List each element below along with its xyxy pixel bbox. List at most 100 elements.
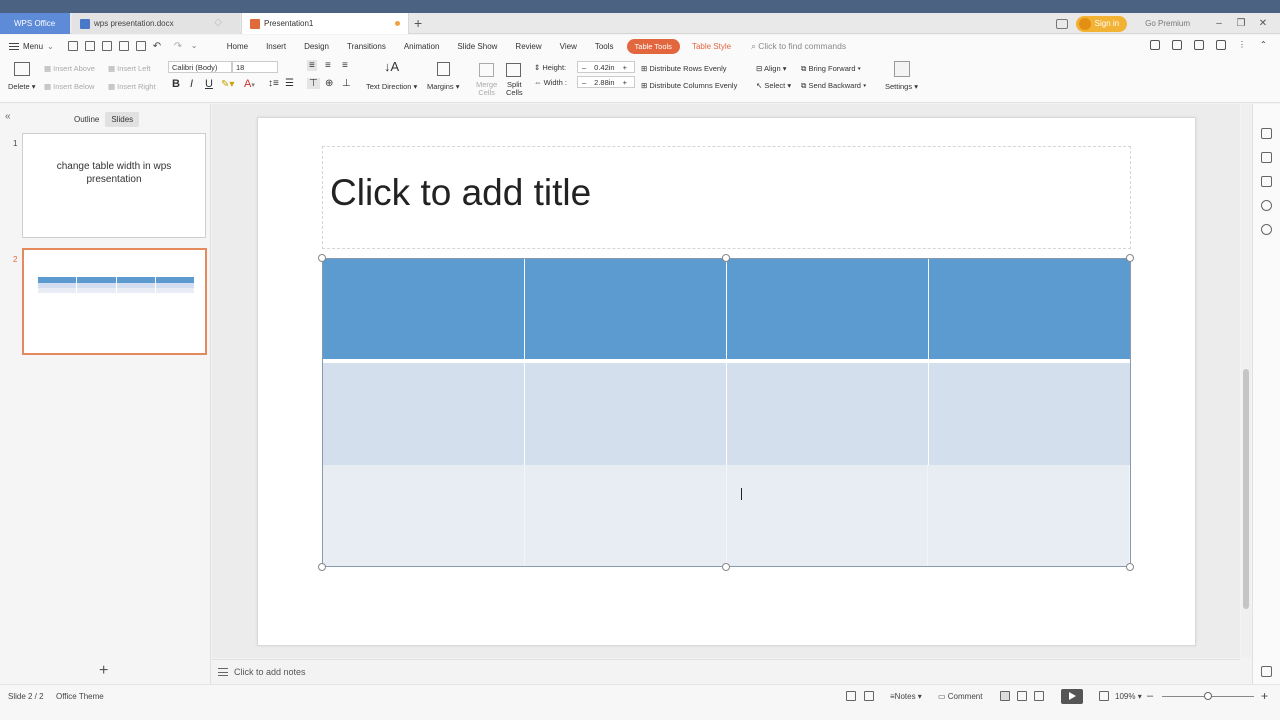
resize-handle-top-right[interactable] bbox=[1126, 254, 1134, 262]
align-left-icon[interactable]: ≡ bbox=[307, 60, 317, 71]
zoom-out-icon[interactable]: – bbox=[1147, 690, 1153, 702]
history-icon[interactable] bbox=[1261, 200, 1272, 211]
align-bottom-icon[interactable]: ⊥ bbox=[342, 78, 351, 89]
file-icon[interactable] bbox=[864, 691, 874, 701]
table-cell[interactable] bbox=[727, 363, 929, 465]
workspace-icon[interactable] bbox=[1055, 18, 1068, 29]
zoom-slider-handle[interactable] bbox=[1204, 692, 1212, 700]
bring-forward-button[interactable]: ⧉ Bring Forward ▾ bbox=[801, 64, 861, 74]
properties-icon[interactable] bbox=[1261, 176, 1272, 187]
select-button[interactable]: ↖ Select ▾ bbox=[756, 81, 791, 90]
notes-toggle[interactable]: ≡Notes ▾ bbox=[890, 692, 922, 701]
font-size-select[interactable]: 18 bbox=[232, 61, 278, 73]
animation-icon[interactable] bbox=[1261, 152, 1272, 163]
print-preview-icon[interactable] bbox=[135, 41, 146, 51]
font-name-select[interactable]: Calibri (Body) bbox=[168, 61, 232, 73]
table-cell[interactable] bbox=[525, 259, 727, 359]
align-top-icon[interactable]: ⊤ bbox=[307, 78, 320, 89]
width-stepper[interactable]: –2.88in + bbox=[577, 76, 635, 88]
zoom-level[interactable]: 109% ▾ bbox=[1115, 692, 1142, 701]
resize-handle-top-left[interactable] bbox=[318, 254, 326, 262]
text-direction-icon[interactable]: ↓A bbox=[384, 59, 399, 74]
delete-table-icon[interactable] bbox=[14, 62, 30, 76]
comment-icon[interactable] bbox=[1216, 40, 1226, 50]
export-icon[interactable] bbox=[101, 41, 112, 51]
tab-slide-show[interactable]: Slide Show bbox=[457, 42, 497, 51]
insert-below-button[interactable]: ▦ Insert Below bbox=[44, 82, 94, 91]
add-slide-icon[interactable]: + bbox=[99, 662, 108, 680]
print-icon[interactable] bbox=[118, 41, 129, 51]
table-cell[interactable] bbox=[525, 363, 727, 465]
slide-table[interactable] bbox=[322, 258, 1131, 567]
merge-cells-icon[interactable] bbox=[479, 63, 494, 77]
bullets-icon[interactable]: ☰ bbox=[285, 78, 294, 89]
text-direction-button[interactable]: Text Direction ▾ bbox=[366, 82, 417, 91]
table-cell[interactable] bbox=[323, 259, 525, 359]
table-cell[interactable] bbox=[525, 465, 727, 566]
table-cell[interactable] bbox=[928, 465, 1130, 566]
table-cell[interactable] bbox=[727, 259, 929, 359]
vertical-scrollbar[interactable] bbox=[1241, 104, 1251, 658]
help-icon[interactable] bbox=[1261, 224, 1272, 235]
slide-sorter-icon[interactable] bbox=[1017, 691, 1027, 701]
settings-icon[interactable] bbox=[894, 61, 910, 77]
cloud-icon[interactable] bbox=[1172, 40, 1182, 50]
align-right-icon[interactable]: ≡ bbox=[342, 60, 348, 71]
reading-view-icon[interactable] bbox=[1034, 691, 1044, 701]
slide-thumbnail-2[interactable] bbox=[22, 248, 207, 355]
highlight-icon[interactable]: ✎▾ bbox=[221, 79, 234, 90]
delete-button[interactable]: Delete ▾ bbox=[8, 82, 36, 91]
collaborate-icon[interactable] bbox=[1150, 40, 1160, 50]
align-center-icon[interactable]: ≡ bbox=[325, 60, 331, 71]
collapse-pane-icon[interactable]: « bbox=[5, 111, 11, 122]
tab-review[interactable]: Review bbox=[515, 42, 541, 51]
settings-button[interactable]: Settings ▾ bbox=[885, 82, 918, 91]
tab-tools[interactable]: Tools bbox=[595, 42, 614, 51]
undo-icon[interactable]: ↶ bbox=[153, 41, 167, 52]
sign-in-button[interactable]: Sign in bbox=[1075, 15, 1128, 32]
redo-icon[interactable]: ↷ bbox=[174, 41, 184, 52]
scrollbar-thumb[interactable] bbox=[1243, 369, 1249, 609]
split-cells-icon[interactable] bbox=[506, 63, 521, 77]
insert-right-button[interactable]: ▦ Insert Right bbox=[108, 82, 156, 91]
find-commands-search[interactable]: ⌕ Click to find commands bbox=[751, 41, 846, 52]
table-cell[interactable] bbox=[929, 363, 1130, 465]
resize-handle-bottom-right[interactable] bbox=[1126, 563, 1134, 571]
tab-table-tools[interactable]: Table Tools bbox=[626, 38, 680, 54]
italic-button[interactable]: I bbox=[190, 78, 193, 90]
insert-above-button[interactable]: ▦ Insert Above bbox=[44, 64, 95, 73]
margins-icon[interactable] bbox=[437, 62, 450, 76]
table-cell[interactable] bbox=[929, 259, 1130, 359]
comment-toggle[interactable]: ▭ Comment bbox=[938, 692, 982, 701]
tab-wps-office[interactable]: WPS Office bbox=[0, 13, 70, 34]
resize-handle-top-center[interactable] bbox=[722, 254, 730, 262]
new-tab-plus-icon[interactable]: + bbox=[414, 15, 422, 31]
notes-pane[interactable]: Click to add notes bbox=[212, 659, 1240, 683]
distribute-columns-button[interactable]: ⊞ Distribute Columns Evenly bbox=[641, 81, 737, 90]
collapse-ribbon-icon[interactable]: ⌃ bbox=[1260, 40, 1270, 50]
margins-button[interactable]: Margins ▾ bbox=[427, 82, 460, 91]
tab-insert[interactable]: Insert bbox=[266, 42, 286, 51]
zoom-in-icon[interactable]: + bbox=[1261, 689, 1268, 703]
close-window-icon[interactable]: ✕ bbox=[1254, 18, 1272, 29]
distribute-rows-button[interactable]: ⊞ Distribute Rows Evenly bbox=[641, 64, 726, 73]
open-icon[interactable] bbox=[67, 41, 78, 51]
split-cells-button[interactable]: Split Cells bbox=[506, 81, 523, 97]
tab-view[interactable]: View bbox=[560, 42, 577, 51]
resize-handle-bottom-left[interactable] bbox=[318, 563, 326, 571]
table-cell[interactable] bbox=[323, 465, 525, 566]
customize-chevron-icon[interactable]: ⌄ bbox=[191, 41, 201, 51]
tab-design[interactable]: Design bbox=[304, 42, 329, 51]
tab-outline[interactable]: Outline bbox=[68, 112, 105, 127]
underline-button[interactable]: U bbox=[205, 78, 213, 90]
grid-icon[interactable] bbox=[1261, 666, 1272, 677]
normal-view-icon[interactable] bbox=[1000, 691, 1010, 701]
play-slideshow-button[interactable] bbox=[1061, 689, 1083, 704]
go-premium-link[interactable]: Go Premium bbox=[1145, 19, 1190, 28]
align-middle-icon[interactable]: ⊕ bbox=[325, 78, 333, 89]
tab-table-style[interactable]: Table Style bbox=[692, 42, 731, 51]
table-cell[interactable] bbox=[727, 465, 929, 566]
more-icon[interactable]: ⋮ bbox=[1238, 40, 1248, 50]
merge-cells-button[interactable]: Merge Cells bbox=[476, 81, 497, 97]
tab-animation[interactable]: Animation bbox=[404, 42, 440, 51]
